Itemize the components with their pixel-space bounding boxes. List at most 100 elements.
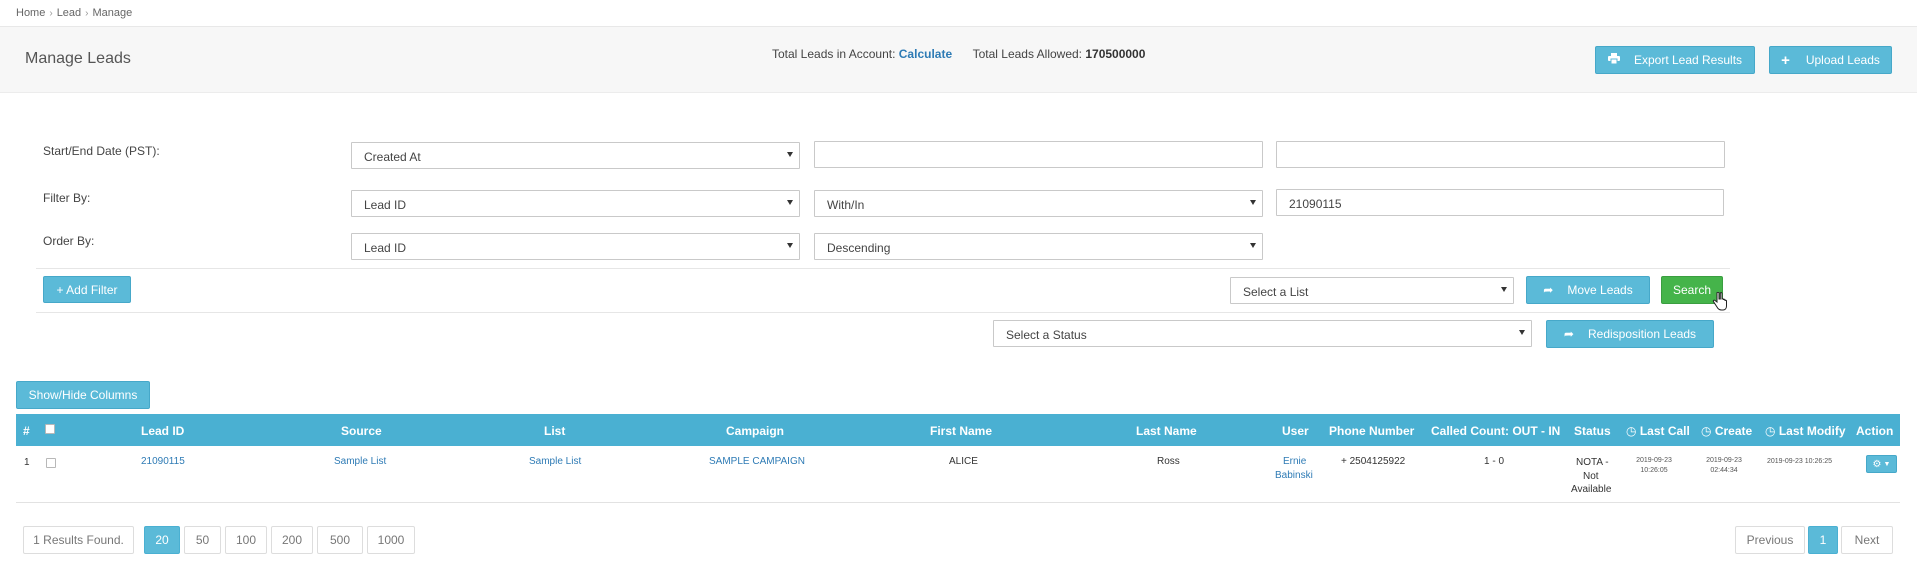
- user-last-link[interactable]: Babinski: [1275, 470, 1313, 481]
- header-phone[interactable]: Phone Number: [1329, 424, 1414, 438]
- order-field-select[interactable]: Lead ID: [351, 233, 800, 260]
- header-called-count[interactable]: Called Count: OUT - IN: [1431, 424, 1560, 438]
- row-action-button[interactable]: ⚙ ▼: [1866, 455, 1897, 473]
- first-name: ALICE: [949, 456, 978, 467]
- results-count: 1 Results Found.: [23, 526, 134, 554]
- page-size-100[interactable]: 100: [225, 526, 267, 554]
- header-create[interactable]: ◷ Create: [1701, 424, 1752, 438]
- header-list[interactable]: List: [544, 424, 565, 438]
- clock-icon: ◷: [1765, 424, 1776, 438]
- list-link[interactable]: Sample List: [529, 456, 581, 467]
- page-title: Manage Leads: [25, 50, 131, 67]
- export-lead-results-button[interactable]: Export Lead Results: [1595, 46, 1755, 74]
- move-leads-button[interactable]: ➦ Move Leads: [1526, 276, 1650, 304]
- allowed-value: 170500000: [1085, 47, 1146, 61]
- page-size-50[interactable]: 50: [184, 526, 221, 554]
- share-arrow-icon: ➦: [1543, 283, 1554, 297]
- upload-label: Upload Leads: [1805, 53, 1880, 67]
- filter-field-select[interactable]: Lead ID: [351, 190, 800, 217]
- start-date-input[interactable]: [814, 141, 1263, 168]
- phone-number: + 2504125922: [1341, 456, 1406, 467]
- last-name: Ross: [1157, 456, 1180, 467]
- campaign-link[interactable]: SAMPLE CAMPAIGN: [709, 456, 805, 467]
- lead-totals: Total Leads in Account: Calculate Total …: [772, 47, 1145, 61]
- header-action: Action: [1856, 424, 1894, 438]
- row-num: 1: [24, 457, 30, 468]
- total-leads-label: Total Leads in Account:: [772, 47, 896, 61]
- divider: [36, 312, 1730, 313]
- breadcrumb-home[interactable]: Home: [16, 7, 45, 19]
- header-campaign[interactable]: Campaign: [726, 424, 784, 438]
- divider: [36, 268, 1730, 269]
- called-count: 1 - 0: [1484, 456, 1505, 467]
- list-select[interactable]: Select a List: [1230, 277, 1514, 304]
- add-filter-button[interactable]: + Add Filter: [43, 276, 131, 303]
- order-label: Order By:: [43, 234, 95, 248]
- hand-cursor-icon: [1712, 292, 1727, 311]
- move-leads-label: Move Leads: [1567, 283, 1633, 297]
- last-modify-datetime: 2019-09-23 10:26:25: [1767, 458, 1832, 465]
- calculate-link[interactable]: Calculate: [899, 47, 952, 61]
- clock-icon: ◷: [1701, 424, 1712, 438]
- header-status[interactable]: Status: [1574, 424, 1611, 438]
- table-header: # Lead ID Source List Campaign First Nam…: [16, 414, 1900, 446]
- end-date-input[interactable]: [1276, 141, 1725, 168]
- caret-down-icon: [1519, 330, 1525, 335]
- header-last-name[interactable]: Last Name: [1136, 424, 1197, 438]
- order-direction-select[interactable]: Descending: [814, 233, 1263, 260]
- allowed-label: Total Leads Allowed:: [972, 47, 1082, 61]
- redisposition-label: Redisposition Leads: [1587, 327, 1697, 341]
- last-call-datetime: 2019-09-23 10:26:05: [1636, 457, 1672, 474]
- previous-page-button[interactable]: Previous: [1735, 526, 1805, 554]
- header-user[interactable]: User: [1282, 424, 1309, 438]
- date-label: Start/End Date (PST):: [43, 144, 160, 158]
- filter-operator-select[interactable]: With/In: [814, 190, 1263, 217]
- page-size-200[interactable]: 200: [271, 526, 313, 554]
- status-line-3: Available: [1571, 484, 1612, 495]
- filter-value-input[interactable]: 21090115: [1276, 189, 1724, 216]
- share-arrow-icon: ➦: [1563, 327, 1574, 341]
- plus-icon: +: [1781, 51, 1790, 69]
- date-field-select[interactable]: Created At: [351, 142, 800, 169]
- filter-label: Filter By:: [43, 191, 91, 205]
- caret-down-icon: [787, 243, 793, 248]
- caret-down-icon: [1501, 287, 1507, 292]
- export-label: Export Lead Results: [1633, 53, 1743, 67]
- status-line-2: Not: [1583, 471, 1599, 482]
- caret-down-icon: ▼: [1883, 460, 1891, 468]
- header-source[interactable]: Source: [341, 424, 382, 438]
- upload-leads-button[interactable]: + Upload Leads: [1769, 46, 1892, 74]
- row-checkbox[interactable]: [46, 458, 56, 468]
- page-1-button[interactable]: 1: [1808, 526, 1838, 554]
- next-page-button[interactable]: Next: [1841, 526, 1893, 554]
- page-size-1000[interactable]: 1000: [367, 526, 415, 554]
- breadcrumb-lead[interactable]: Lead: [57, 7, 81, 19]
- caret-down-icon: [1250, 243, 1256, 248]
- page-size-500[interactable]: 500: [317, 526, 363, 554]
- status-line-1: NOTA -: [1576, 457, 1609, 468]
- header-lead-id[interactable]: Lead ID: [141, 424, 184, 438]
- clock-icon: ◷: [1626, 424, 1637, 438]
- caret-down-icon: [787, 152, 793, 157]
- source-link[interactable]: Sample List: [334, 456, 386, 467]
- caret-down-icon: [1250, 200, 1256, 205]
- breadcrumb: Home › Lead › Manage: [0, 0, 1917, 27]
- header-first-name[interactable]: First Name: [930, 424, 992, 438]
- chevron-right-icon: ›: [49, 8, 53, 19]
- breadcrumb-current: Manage: [92, 7, 133, 19]
- lead-id-link[interactable]: 21090115: [141, 456, 185, 467]
- create-datetime: 2019-09-23 02:44:34: [1706, 457, 1742, 474]
- printer-icon: [1607, 53, 1620, 67]
- row-divider: [16, 502, 1900, 503]
- status-select[interactable]: Select a Status: [993, 320, 1532, 347]
- caret-down-icon: [787, 200, 793, 205]
- page-size-20[interactable]: 20: [144, 526, 180, 554]
- select-all-checkbox[interactable]: [45, 424, 55, 434]
- chevron-right-icon: ›: [85, 8, 89, 19]
- header-last-call[interactable]: ◷ Last Call: [1626, 424, 1690, 438]
- show-hide-columns-button[interactable]: Show/Hide Columns: [16, 381, 150, 409]
- user-first-link[interactable]: Ernie: [1283, 456, 1306, 467]
- redisposition-leads-button[interactable]: ➦ Redisposition Leads: [1546, 320, 1714, 348]
- header-last-modify[interactable]: ◷ Last Modify: [1765, 424, 1846, 438]
- header-num: #: [23, 424, 30, 438]
